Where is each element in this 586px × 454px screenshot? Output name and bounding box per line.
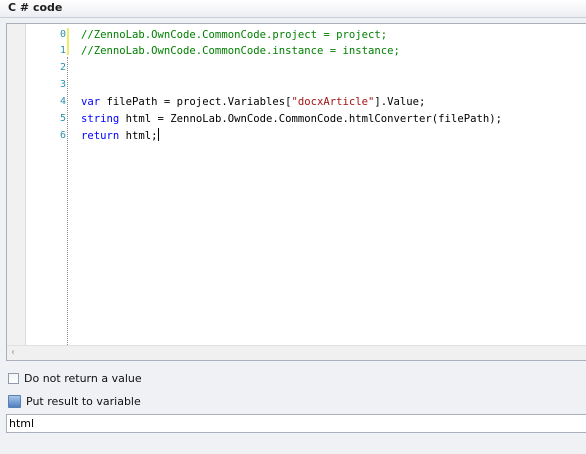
line-number: 0 [59, 29, 66, 40]
header-divider [0, 17, 586, 18]
variable-icon [8, 394, 21, 408]
code-line-1[interactable]: //ZennoLab.OwnCode.CommonCode.instance =… [81, 43, 400, 59]
horizontal-scrollbar[interactable]: ‹ [7, 345, 586, 360]
line-number: 1 [59, 45, 66, 56]
keyword-return: return [81, 130, 120, 142]
editor-margin [7, 24, 26, 345]
folding-guide [67, 57, 68, 345]
code-text: ].Value; [374, 96, 426, 108]
do-not-return-option[interactable]: Do not return a value [8, 370, 142, 386]
code-line-6[interactable]: return html; [81, 128, 159, 144]
line-number-gutter: 0 1 2 3 4 5 6 [26, 24, 72, 345]
put-result-option: Put result to variable [8, 393, 141, 409]
code-text: filePath = project.Variables[ [100, 96, 292, 108]
panel-header: C # code [0, 0, 586, 17]
do-not-return-checkbox[interactable] [8, 372, 19, 384]
result-variable-input[interactable] [6, 414, 586, 433]
code-editor[interactable]: 0 1 2 3 4 5 6 //ZennoLab.OwnCode.CommonC… [6, 23, 586, 361]
line-number: 5 [59, 113, 66, 124]
panel-title: C # code [8, 1, 63, 14]
code-line-4[interactable]: var filePath = project.Variables["docxAr… [81, 94, 425, 110]
csharp-code-panel: C # code 0 1 2 3 4 5 6 //ZennoLab.OwnCod… [0, 0, 586, 454]
keyword-var: var [81, 96, 101, 108]
line-number: 6 [59, 130, 66, 141]
code-text: html = ZennoLab.OwnCode.CommonCode.htmlC… [119, 113, 502, 125]
line-number: 4 [59, 96, 66, 107]
line-number: 3 [59, 79, 66, 90]
do-not-return-label[interactable]: Do not return a value [24, 372, 142, 385]
changed-lines-marker [67, 28, 69, 55]
text-caret [157, 128, 159, 141]
put-result-label: Put result to variable [26, 394, 141, 408]
string-literal: "docxArticle" [291, 96, 375, 108]
line-number: 2 [59, 62, 66, 73]
code-line-0[interactable]: //ZennoLab.OwnCode.CommonCode.project = … [81, 27, 387, 43]
code-line-5[interactable]: string html = ZennoLab.OwnCode.CommonCod… [81, 111, 502, 127]
keyword-string: string [81, 113, 120, 125]
code-text: html; [119, 130, 158, 142]
chevron-left-icon[interactable]: ‹ [11, 347, 21, 359]
